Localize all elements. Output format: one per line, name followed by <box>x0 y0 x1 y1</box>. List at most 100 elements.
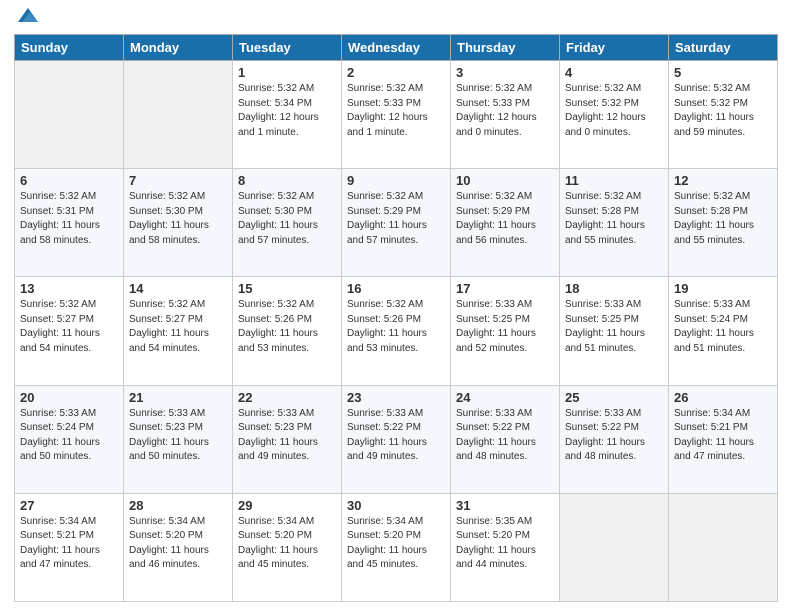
day-number: 23 <box>347 390 445 405</box>
calendar-cell: 14 Sunrise: 5:32 AM Sunset: 5:27 PM Dayli… <box>124 277 233 385</box>
day-info: Sunrise: 5:33 AM Sunset: 5:25 PM Dayligh… <box>565 298 663 356</box>
calendar-week-row: 6 Sunrise: 5:32 AM Sunset: 5:31 PM Daylig… <box>15 169 778 277</box>
calendar-cell <box>560 493 669 601</box>
logo <box>14 14 40 28</box>
day-info: Sunrise: 5:32 AM Sunset: 5:29 PM Dayligh… <box>456 190 554 248</box>
calendar-cell: 22Sunrise: 5:33 AM Sunset: 5:23 PM Dayli… <box>233 385 342 493</box>
day-number: 28 <box>129 498 227 513</box>
day-info: Sunrise: 5:33 AM Sunset: 5:24 PM Dayligh… <box>20 407 118 465</box>
day-number: 4 <box>565 65 663 80</box>
day-number: 7 <box>129 173 227 188</box>
day-info: Sunrise: 5:32 AM Sunset: 5:29 PM Dayligh… <box>347 190 445 248</box>
day-info: Sunrise: 5:32 AM Sunset: 5:26 PM Dayligh… <box>347 298 445 356</box>
calendar-week-row: 20 Sunrise: 5:33 AM Sunset: 5:24 PM Dayli… <box>15 385 778 493</box>
calendar-cell: 13 Sunrise: 5:32 AM Sunset: 5:27 PM Dayli… <box>15 277 124 385</box>
day-number: 13 <box>20 281 118 296</box>
calendar-cell: 19Sunrise: 5:33 AM Sunset: 5:24 PM Dayli… <box>669 277 778 385</box>
calendar-cell: 3 Sunrise: 5:32 AM Sunset: 5:33 PM Daylig… <box>451 61 560 169</box>
day-number: 3 <box>456 65 554 80</box>
day-number: 27 <box>20 498 118 513</box>
day-number: 24 <box>456 390 554 405</box>
calendar-cell: 24 Sunrise: 5:33 AM Sunset: 5:22 PM Dayli… <box>451 385 560 493</box>
calendar-table: SundayMondayTuesdayWednesdayThursdayFrid… <box>14 34 778 602</box>
day-number: 30 <box>347 498 445 513</box>
calendar-cell: 5 Sunrise: 5:32 AM Sunset: 5:32 PM Daylig… <box>669 61 778 169</box>
day-number: 26 <box>674 390 772 405</box>
day-info: Sunrise: 5:34 AM Sunset: 5:20 PM Dayligh… <box>347 515 445 573</box>
day-number: 11 <box>565 173 663 188</box>
day-number: 10 <box>456 173 554 188</box>
weekday-header: Sunday <box>15 35 124 61</box>
day-info: Sunrise: 5:32 AM Sunset: 5:27 PM Dayligh… <box>129 298 227 356</box>
day-info: Sunrise: 5:32 AM Sunset: 5:32 PM Dayligh… <box>674 82 772 140</box>
page: SundayMondayTuesdayWednesdayThursdayFrid… <box>0 0 792 612</box>
day-number: 14 <box>129 281 227 296</box>
day-number: 15 <box>238 281 336 296</box>
day-info: Sunrise: 5:32 AM Sunset: 5:33 PM Dayligh… <box>347 82 445 140</box>
calendar-cell: 27 Sunrise: 5:34 AM Sunset: 5:21 PM Dayli… <box>15 493 124 601</box>
calendar-cell: 20 Sunrise: 5:33 AM Sunset: 5:24 PM Dayli… <box>15 385 124 493</box>
weekday-header: Thursday <box>451 35 560 61</box>
day-info: Sunrise: 5:32 AM Sunset: 5:27 PM Dayligh… <box>20 298 118 356</box>
day-info: Sunrise: 5:32 AM Sunset: 5:32 PM Dayligh… <box>565 82 663 140</box>
calendar-cell: 28 Sunrise: 5:34 AM Sunset: 5:20 PM Dayli… <box>124 493 233 601</box>
calendar-cell: 10 Sunrise: 5:32 AM Sunset: 5:29 PM Dayli… <box>451 169 560 277</box>
calendar-cell: 26Sunrise: 5:34 AM Sunset: 5:21 PM Dayli… <box>669 385 778 493</box>
calendar-cell: 8 Sunrise: 5:32 AM Sunset: 5:30 PM Daylig… <box>233 169 342 277</box>
calendar-week-row: 1 Sunrise: 5:32 AM Sunset: 5:34 PM Daylig… <box>15 61 778 169</box>
day-info: Sunrise: 5:32 AM Sunset: 5:30 PM Dayligh… <box>238 190 336 248</box>
day-info: Sunrise: 5:33 AM Sunset: 5:22 PM Dayligh… <box>456 407 554 465</box>
day-info: Sunrise: 5:32 AM Sunset: 5:33 PM Dayligh… <box>456 82 554 140</box>
calendar-week-row: 27 Sunrise: 5:34 AM Sunset: 5:21 PM Dayli… <box>15 493 778 601</box>
day-info: Sunrise: 5:35 AM Sunset: 5:20 PM Dayligh… <box>456 515 554 573</box>
day-number: 1 <box>238 65 336 80</box>
day-number: 8 <box>238 173 336 188</box>
weekday-header: Friday <box>560 35 669 61</box>
day-number: 21 <box>129 390 227 405</box>
day-number: 16 <box>347 281 445 296</box>
day-info: Sunrise: 5:33 AM Sunset: 5:25 PM Dayligh… <box>456 298 554 356</box>
calendar-cell: 23 Sunrise: 5:33 AM Sunset: 5:22 PM Dayli… <box>342 385 451 493</box>
calendar-cell: 7 Sunrise: 5:32 AM Sunset: 5:30 PM Daylig… <box>124 169 233 277</box>
day-number: 31 <box>456 498 554 513</box>
day-info: Sunrise: 5:33 AM Sunset: 5:22 PM Dayligh… <box>347 407 445 465</box>
header <box>14 10 778 28</box>
calendar-cell: 21Sunrise: 5:33 AM Sunset: 5:23 PM Dayli… <box>124 385 233 493</box>
calendar-cell: 25 Sunrise: 5:33 AM Sunset: 5:22 PM Dayli… <box>560 385 669 493</box>
day-info: Sunrise: 5:33 AM Sunset: 5:22 PM Dayligh… <box>565 407 663 465</box>
logo-icon <box>16 4 40 28</box>
day-info: Sunrise: 5:33 AM Sunset: 5:24 PM Dayligh… <box>674 298 772 356</box>
day-info: Sunrise: 5:34 AM Sunset: 5:21 PM Dayligh… <box>20 515 118 573</box>
day-info: Sunrise: 5:32 AM Sunset: 5:26 PM Dayligh… <box>238 298 336 356</box>
calendar-cell: 15 Sunrise: 5:32 AM Sunset: 5:26 PM Dayli… <box>233 277 342 385</box>
day-info: Sunrise: 5:33 AM Sunset: 5:23 PM Dayligh… <box>238 407 336 465</box>
calendar-cell <box>124 61 233 169</box>
calendar-cell <box>669 493 778 601</box>
calendar-cell: 30 Sunrise: 5:34 AM Sunset: 5:20 PM Dayli… <box>342 493 451 601</box>
weekday-header: Monday <box>124 35 233 61</box>
day-number: 20 <box>20 390 118 405</box>
calendar-cell: 2 Sunrise: 5:32 AM Sunset: 5:33 PM Daylig… <box>342 61 451 169</box>
day-info: Sunrise: 5:32 AM Sunset: 5:28 PM Dayligh… <box>674 190 772 248</box>
day-info: Sunrise: 5:34 AM Sunset: 5:20 PM Dayligh… <box>129 515 227 573</box>
day-number: 25 <box>565 390 663 405</box>
day-info: Sunrise: 5:34 AM Sunset: 5:20 PM Dayligh… <box>238 515 336 573</box>
calendar-cell: 6 Sunrise: 5:32 AM Sunset: 5:31 PM Daylig… <box>15 169 124 277</box>
day-number: 2 <box>347 65 445 80</box>
day-info: Sunrise: 5:32 AM Sunset: 5:30 PM Dayligh… <box>129 190 227 248</box>
calendar-cell: 11 Sunrise: 5:32 AM Sunset: 5:28 PM Dayli… <box>560 169 669 277</box>
day-number: 6 <box>20 173 118 188</box>
day-number: 12 <box>674 173 772 188</box>
calendar-cell: 9 Sunrise: 5:32 AM Sunset: 5:29 PM Daylig… <box>342 169 451 277</box>
weekday-header: Saturday <box>669 35 778 61</box>
calendar-cell: 29 Sunrise: 5:34 AM Sunset: 5:20 PM Dayli… <box>233 493 342 601</box>
calendar-cell: 31 Sunrise: 5:35 AM Sunset: 5:20 PM Dayli… <box>451 493 560 601</box>
day-info: Sunrise: 5:32 AM Sunset: 5:28 PM Dayligh… <box>565 190 663 248</box>
day-number: 18 <box>565 281 663 296</box>
day-info: Sunrise: 5:32 AM Sunset: 5:31 PM Dayligh… <box>20 190 118 248</box>
calendar-cell <box>15 61 124 169</box>
day-number: 9 <box>347 173 445 188</box>
day-number: 29 <box>238 498 336 513</box>
day-number: 5 <box>674 65 772 80</box>
day-info: Sunrise: 5:32 AM Sunset: 5:34 PM Dayligh… <box>238 82 336 140</box>
